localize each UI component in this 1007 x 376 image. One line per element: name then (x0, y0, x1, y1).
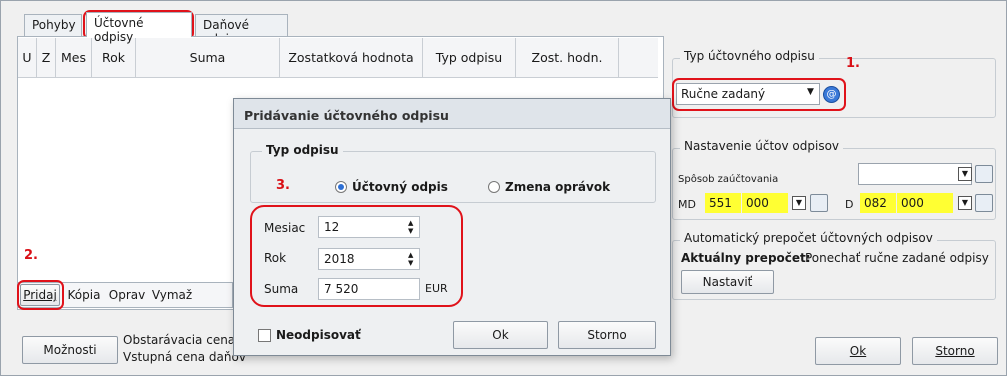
dialog-ok-button[interactable]: Ok (453, 321, 548, 349)
dialog-title: Pridávanie účtovného odpisu (234, 99, 670, 129)
grid-header: U Z Mes Rok Suma Zostatková hodnota Typ … (18, 38, 658, 78)
chevron-down-icon[interactable]: ▼ (792, 196, 806, 210)
col-header-z[interactable]: Z (37, 38, 56, 78)
dialog-type-group (250, 151, 656, 203)
radio-change-label: Zmena oprávok (505, 180, 611, 194)
lookup-icon[interactable] (810, 194, 828, 212)
set-button[interactable]: Nastaviť (681, 270, 774, 294)
add-depreciation-dialog: Pridávanie účtovného odpisu Typ odpisu 3… (233, 98, 671, 356)
no-depreciate-checkbox[interactable] (258, 329, 271, 342)
annotation-1: 1. (846, 56, 860, 71)
info-tax-entry-price: Vstupná cena daňov (123, 350, 246, 364)
lookup-icon[interactable] (975, 194, 993, 212)
tab-pohyby[interactable]: Pohyby (24, 14, 82, 36)
posting-method-label: Spôsob zaúčtovania (678, 174, 779, 185)
radio-accounting-label: Účtovný odpis (352, 180, 448, 194)
dialog-cancel-button[interactable]: Storno (558, 321, 656, 349)
d-account-field[interactable]: 082 (860, 193, 896, 213)
annotation-2: 2. (24, 248, 38, 263)
tab-danove-odpisy[interactable]: Daňové odpisy (195, 14, 288, 46)
highlight-add (17, 280, 64, 310)
col-header-typ[interactable]: Typ odpisu (423, 38, 516, 78)
highlight-fields (250, 205, 463, 307)
delete-button[interactable]: Vymaž (150, 284, 194, 306)
no-depreciate-label: Neodpisovať (276, 328, 361, 342)
current-recalc-value: Ponechať ručne zadané odpisy (805, 251, 989, 265)
chevron-down-icon[interactable]: ▼ (958, 196, 972, 210)
posting-method-select[interactable] (858, 163, 972, 185)
md-label: MD (678, 198, 696, 211)
dialog-type-group-title: Typ odpisu (262, 143, 343, 157)
ok-button[interactable]: Ok (815, 337, 901, 365)
col-header-zostatkova[interactable]: Zostatková hodnota (280, 38, 423, 78)
current-recalc-label: Aktuálny prepočet: (681, 251, 811, 265)
copy-button[interactable]: Kópia (66, 284, 102, 306)
col-header-mes[interactable]: Mes (56, 38, 92, 78)
md-analytic-field[interactable]: 000 (742, 193, 788, 213)
col-header-zost-hodn[interactable]: Zost. hodn. (516, 38, 619, 78)
col-header-suma[interactable]: Suma (136, 38, 280, 78)
radio-change[interactable] (488, 181, 500, 193)
lookup-icon[interactable] (975, 165, 993, 183)
options-button[interactable]: Možnosti (22, 336, 118, 364)
col-header-u[interactable]: U (18, 38, 37, 78)
accounts-group-title: Nastavenie účtov odpisov (680, 139, 844, 153)
highlight-type-select (672, 78, 846, 111)
info-acquisition-price: Obstarávacia cena (123, 333, 236, 347)
chevron-down-icon[interactable]: ▼ (958, 167, 972, 181)
radio-accounting[interactable] (335, 181, 347, 193)
auto-recalc-title: Automatický prepočet účtovných odpisov (680, 231, 937, 245)
d-analytic-field[interactable]: 000 (897, 193, 953, 213)
type-group-title: Typ účtovného odpisu (680, 49, 819, 63)
col-header-rok[interactable]: Rok (92, 38, 136, 78)
d-label: D (845, 198, 854, 211)
cancel-button[interactable]: Storno (912, 337, 998, 365)
tab-label: Pohyby (32, 18, 76, 32)
tab-uctovne-odpisy[interactable]: Účtovné odpisy (86, 12, 192, 44)
edit-button[interactable]: Oprav (105, 284, 149, 306)
md-account-field[interactable]: 551 (705, 193, 741, 213)
annotation-3: 3. (276, 178, 290, 193)
